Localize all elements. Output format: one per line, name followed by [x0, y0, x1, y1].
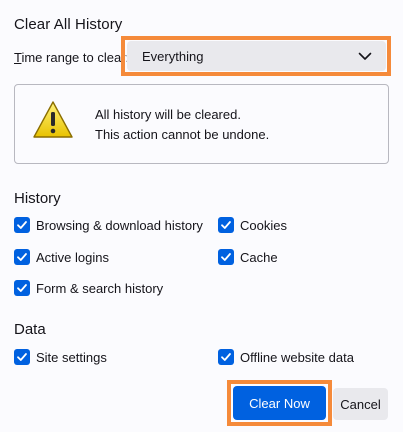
checkbox-offline-website-data[interactable]: Offline website data: [218, 349, 354, 365]
clear-now-button[interactable]: Clear Now: [233, 386, 326, 420]
checkbox-site-settings[interactable]: Site settings: [14, 349, 107, 365]
checkbox-label: Offline website data: [240, 349, 354, 365]
checkbox-checked-icon[interactable]: [218, 249, 234, 265]
time-range-selected-value: Everything: [142, 48, 204, 64]
checkbox-form-search-history[interactable]: Form & search history: [14, 280, 163, 296]
history-section-title: History: [14, 190, 61, 207]
warning-box: All history will be cleared. This action…: [14, 84, 389, 164]
data-section-title: Data: [14, 321, 46, 338]
checkbox-label: Cache: [240, 249, 278, 265]
checkbox-checked-icon[interactable]: [218, 349, 234, 365]
checkbox-label: Browsing & download history: [36, 217, 203, 233]
checkbox-label: Active logins: [36, 249, 109, 265]
checkbox-active-logins[interactable]: Active logins: [14, 249, 109, 265]
warning-line-1: All history will be cleared.: [95, 107, 241, 122]
time-range-label-text: ime range to clear:: [21, 50, 130, 65]
checkbox-checked-icon[interactable]: [14, 217, 30, 233]
time-range-label: Time range to clear:: [14, 50, 129, 65]
checkbox-label: Cookies: [240, 217, 287, 233]
cancel-button[interactable]: Cancel: [333, 388, 388, 420]
checkbox-cache[interactable]: Cache: [218, 249, 278, 265]
checkbox-browsing-download-history[interactable]: Browsing & download history: [14, 217, 203, 233]
warning-triangle-icon: [33, 101, 73, 138]
warning-line-2: This action cannot be undone.: [95, 127, 270, 142]
time-range-select[interactable]: Everything: [127, 41, 386, 71]
checkbox-label: Site settings: [36, 349, 107, 365]
clear-history-dialog: Clear All History Time range to clear: E…: [0, 0, 403, 432]
checkbox-checked-icon[interactable]: [14, 349, 30, 365]
checkbox-cookies[interactable]: Cookies: [218, 217, 287, 233]
checkbox-label: Form & search history: [36, 280, 164, 296]
chevron-down-icon: [358, 52, 372, 60]
checkbox-checked-icon[interactable]: [14, 280, 30, 296]
checkbox-checked-icon[interactable]: [218, 217, 234, 233]
dialog-title: Clear All History: [14, 16, 123, 33]
checkbox-checked-icon[interactable]: [14, 249, 30, 265]
